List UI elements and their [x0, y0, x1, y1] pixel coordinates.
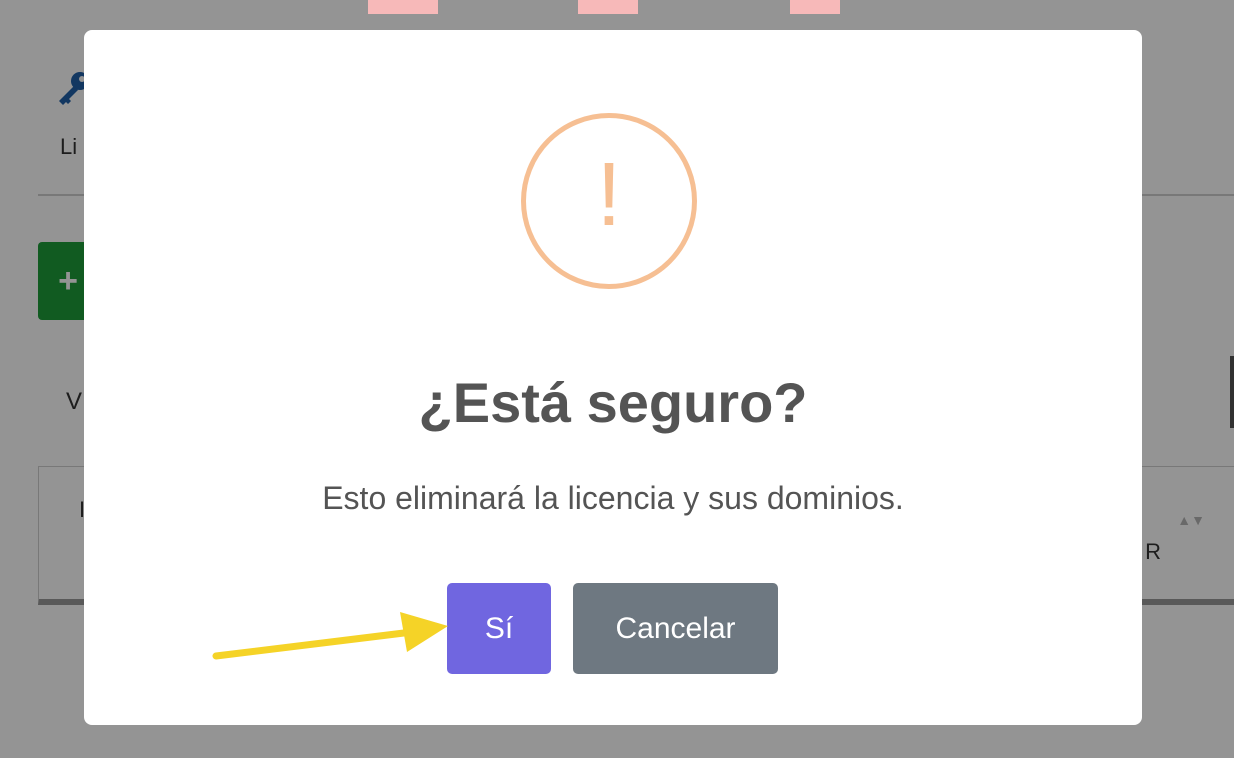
dialog-message: Esto eliminará la licencia y sus dominio… [322, 480, 904, 516]
watermark-shape [578, 0, 638, 14]
watermark-shape [790, 0, 840, 14]
annotation-arrow-icon [212, 612, 448, 660]
dialog-title: ¿Está seguro? [418, 371, 808, 434]
exclamation-mark: ! [596, 145, 622, 245]
watermark-shape [368, 0, 438, 14]
cancel-button[interactable]: Cancelar [573, 583, 778, 674]
confirm-button[interactable]: Sí [447, 583, 551, 674]
warning-icon: ! [521, 113, 697, 289]
